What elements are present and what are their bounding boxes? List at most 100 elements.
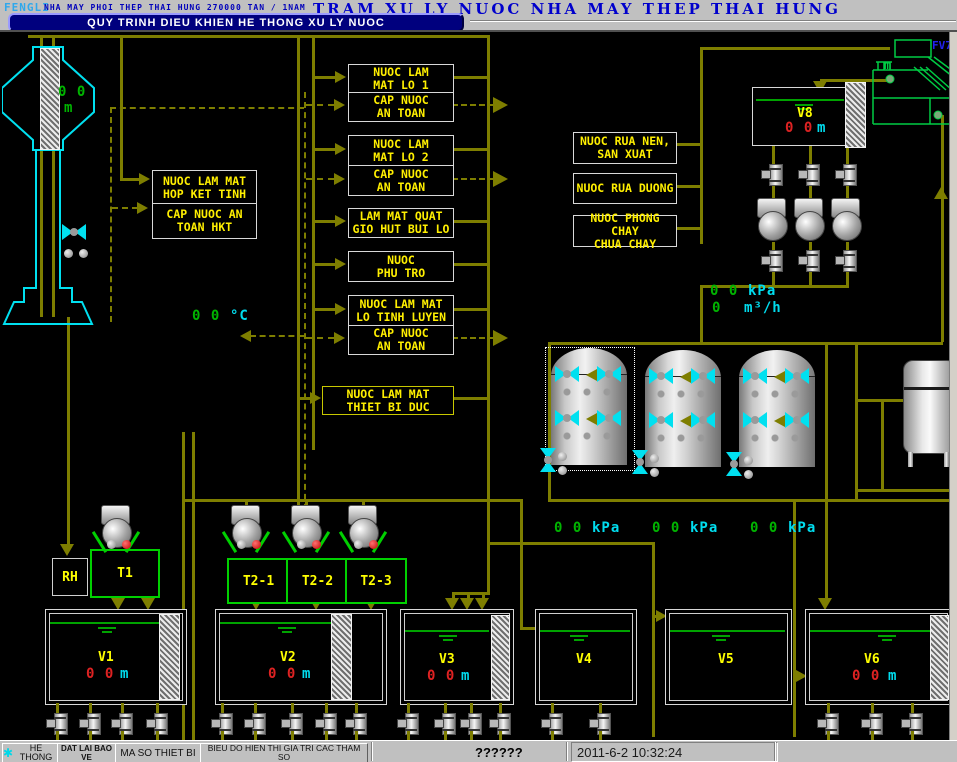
tank-label: V3 bbox=[439, 652, 455, 667]
valve-icon[interactable] bbox=[861, 713, 883, 733]
flow-box-line: AN TOAN bbox=[377, 340, 425, 353]
valve-icon[interactable] bbox=[460, 713, 482, 733]
tank-v5[interactable]: V5 bbox=[665, 609, 792, 705]
butterfly-valve-icon[interactable] bbox=[555, 410, 579, 426]
tank-label: V6 bbox=[864, 652, 880, 667]
valve-icon[interactable] bbox=[489, 713, 511, 733]
butterfly-valve-icon[interactable] bbox=[649, 368, 673, 384]
filter2-pressure-value: 0 0 bbox=[652, 520, 680, 536]
flow-box-line: HOP KET TINH bbox=[163, 188, 246, 201]
drain-valve-icon[interactable] bbox=[632, 450, 648, 474]
vessel-t1[interactable]: T1 bbox=[90, 549, 160, 598]
pipe-dashed bbox=[306, 337, 334, 339]
flow-arrow bbox=[137, 202, 148, 214]
butterfly-valve-icon[interactable] bbox=[691, 368, 715, 384]
filter2-pressure-unit: kPa bbox=[690, 520, 718, 536]
tank-v4[interactable]: V4 bbox=[535, 609, 637, 705]
vessel-t2-3[interactable]: T2-3 bbox=[345, 558, 407, 604]
vessel-rh[interactable]: RH bbox=[52, 558, 88, 596]
valve-icon[interactable] bbox=[315, 713, 337, 733]
pipe-dashed bbox=[110, 107, 112, 322]
scrollbar[interactable] bbox=[949, 32, 957, 742]
valve-icon[interactable] bbox=[761, 164, 783, 184]
pipe-dashed bbox=[306, 104, 334, 106]
filter-column bbox=[159, 614, 180, 700]
tank-level-value: 0 0 bbox=[852, 668, 880, 684]
valve-icon[interactable] bbox=[761, 250, 783, 270]
valve-icon[interactable] bbox=[79, 713, 101, 733]
scada-screen: FENGLI NHA MAY PHOI THEP THAI HUNG 27000… bbox=[0, 0, 957, 762]
pump-icon[interactable] bbox=[828, 198, 864, 244]
flow-arrow bbox=[586, 413, 597, 425]
flow-arrow bbox=[493, 330, 508, 346]
system-button[interactable]: ✱ HE THONG bbox=[2, 743, 58, 762]
flow-box-line: NUOC PHONG CHAY bbox=[574, 212, 676, 238]
butterfly-valve-icon[interactable] bbox=[649, 412, 673, 428]
butterfly-valve-icon[interactable] bbox=[743, 412, 767, 428]
pipe-segment bbox=[857, 489, 950, 492]
valve-icon[interactable] bbox=[345, 713, 367, 733]
flow-arrow bbox=[310, 392, 321, 404]
valve-icon[interactable] bbox=[146, 713, 168, 733]
vessel-t2-2[interactable]: T2-2 bbox=[286, 558, 349, 604]
m-annotation: m bbox=[884, 58, 891, 72]
tank-v3[interactable]: V3 0 0 m bbox=[400, 609, 514, 705]
reset-protection-button[interactable]: DAT LAI BAO VE bbox=[57, 743, 116, 762]
butterfly-valve-icon[interactable] bbox=[597, 366, 621, 382]
tank-v2[interactable]: V2 0 0 m bbox=[215, 609, 387, 705]
vessel-label: T2-1 bbox=[243, 574, 274, 589]
butterfly-valve-icon[interactable] bbox=[62, 224, 86, 240]
butterfly-valve-icon[interactable] bbox=[691, 412, 715, 428]
tank-v1[interactable]: V1 0 0 m bbox=[45, 609, 187, 705]
butterfly-valve-icon[interactable] bbox=[743, 368, 767, 384]
parameter-chart-button[interactable]: BIEU DO HIEN THI GIA TRI CAC THAM SO bbox=[200, 743, 368, 762]
valve-icon[interactable] bbox=[211, 713, 233, 733]
hkt-temp-value: 0 0 bbox=[192, 308, 220, 324]
valve-icon[interactable] bbox=[835, 250, 857, 270]
valve-icon[interactable] bbox=[901, 713, 923, 733]
pipe-segment bbox=[700, 285, 703, 342]
flow-box-cap-nuoc-hkt: CAP NUOC ANTOAN HKT bbox=[152, 203, 257, 239]
pipe-segment bbox=[452, 263, 488, 266]
flow-box-line: GIO HUT BUI LO bbox=[353, 223, 450, 236]
valve-icon[interactable] bbox=[244, 713, 266, 733]
valve-icon[interactable] bbox=[541, 713, 563, 733]
filter3-pressure-value: 0 0 bbox=[750, 520, 778, 536]
butterfly-valve-icon[interactable] bbox=[785, 368, 809, 384]
vessel-label: T1 bbox=[117, 566, 133, 581]
pump-icon[interactable] bbox=[754, 198, 790, 244]
pipe-segment bbox=[312, 308, 336, 311]
valve-icon[interactable] bbox=[798, 250, 820, 270]
vessel-t2-1[interactable]: T2-1 bbox=[227, 558, 290, 604]
valve-icon[interactable] bbox=[111, 713, 133, 733]
valve-icon[interactable] bbox=[589, 713, 611, 733]
datetime-display: 2011-6-2 10:32:24 bbox=[571, 742, 778, 762]
valve-icon[interactable] bbox=[835, 164, 857, 184]
valve-icon[interactable] bbox=[434, 713, 456, 733]
equipment-code-button[interactable]: MA SO THIET BI bbox=[115, 743, 201, 762]
pipe-dashed bbox=[110, 107, 304, 109]
flow-box-line: MAT LO 2 bbox=[373, 151, 428, 164]
flow-box-line: AN TOAN bbox=[377, 181, 425, 194]
valve-icon[interactable] bbox=[397, 713, 419, 733]
butterfly-valve-icon[interactable] bbox=[785, 412, 809, 428]
tank-level-unit: m bbox=[461, 668, 470, 684]
flow-box-line: AN TOAN bbox=[377, 107, 425, 120]
v8-filter-column bbox=[845, 82, 866, 148]
drain-valve-icon[interactable] bbox=[540, 448, 556, 472]
valve-icon[interactable] bbox=[46, 713, 68, 733]
pipe-segment bbox=[700, 47, 890, 50]
flow-box-line: SAN XUAT bbox=[597, 148, 652, 161]
butterfly-valve-icon[interactable] bbox=[555, 366, 579, 382]
water-level bbox=[810, 630, 930, 632]
pump-icon[interactable] bbox=[791, 198, 827, 244]
valve-icon[interactable] bbox=[817, 713, 839, 733]
flow-arrow bbox=[586, 369, 597, 381]
drain-valve-icon[interactable] bbox=[726, 452, 742, 476]
valve-icon[interactable] bbox=[798, 164, 820, 184]
tank-label: V4 bbox=[576, 652, 592, 667]
tank-v6[interactable]: V6 0 0 m bbox=[805, 609, 952, 705]
butterfly-valve-icon[interactable] bbox=[597, 410, 621, 426]
valve-icon[interactable] bbox=[281, 713, 303, 733]
flow-box-rua-nen: NUOC RUA NEN,SAN XUAT bbox=[573, 132, 677, 164]
